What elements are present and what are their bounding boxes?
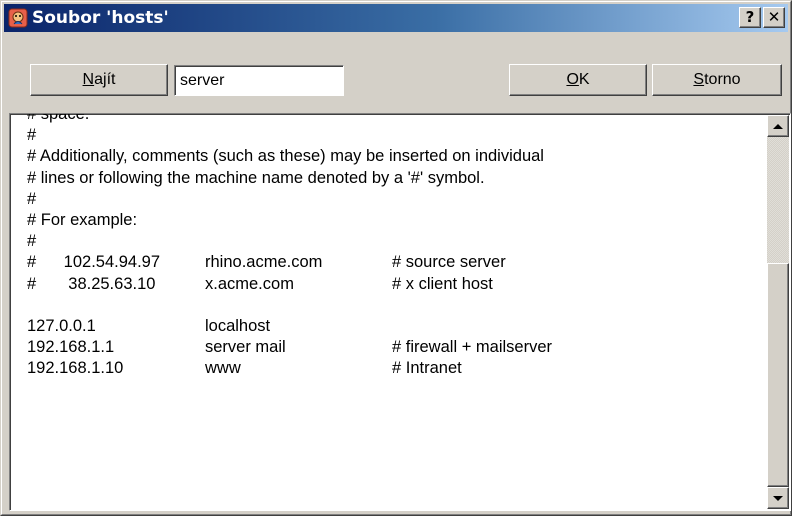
ok-button-label: K [578, 71, 590, 88]
close-icon: ✕ [767, 8, 781, 26]
caption-buttons: ? ✕ [739, 7, 785, 28]
editor-line-text: # space. [27, 113, 90, 123]
editor-line-text: # For example: [27, 210, 138, 229]
editor-line-text: rhino.acme.com [205, 253, 323, 272]
ok-button[interactable]: OK [509, 64, 647, 96]
scrollbar-thumb[interactable] [767, 263, 789, 487]
find-button[interactable]: Najít [30, 64, 168, 96]
editor-line: # Additionally, comments (such as these)… [27, 146, 758, 167]
editor-line-text: # source server [392, 253, 506, 272]
find-button-accel: N [82, 71, 95, 88]
editor-line-text: 127.0.0.1 [27, 316, 96, 335]
help-icon: ? [745, 8, 755, 26]
editor-line: 192.168.1.1 server mail # firewall + mails… [27, 337, 758, 358]
editor-line: # For example: [27, 210, 758, 231]
editor-line: 127.0.0.1 localhost [27, 316, 758, 337]
arrow-up-icon [773, 123, 783, 129]
close-button[interactable]: ✕ [763, 7, 785, 28]
scroll-up-button[interactable] [767, 115, 789, 137]
help-button[interactable]: ? [739, 7, 761, 28]
editor-line-text: 192.168.1.10 [27, 359, 124, 378]
search-input[interactable] [174, 65, 344, 96]
editor-line: 192.168.1.10 www # Intranet [27, 358, 758, 379]
editor-line-text: www [205, 359, 241, 378]
scroll-down-button[interactable] [767, 487, 789, 509]
editor-line-text: # lines or following the machine name de… [27, 168, 485, 187]
editor-line-text: localhost [205, 316, 271, 335]
editor-line-text: server mail [205, 338, 286, 357]
editor-line-text: # 38.25.63.10 [27, 274, 156, 293]
editor-line-text: # Intranet [392, 359, 462, 378]
ok-button-accel: O [566, 71, 579, 88]
editor-line: # [27, 125, 758, 146]
find-button-label: ajít [94, 71, 116, 88]
hosts-dialog-window: Soubor 'hosts' ? ✕ Najít OK Storno # spa… [0, 0, 792, 516]
hosts-file-icon [7, 7, 29, 29]
editor-line-text: x.acme.com [205, 274, 294, 293]
vertical-scrollbar[interactable] [767, 115, 789, 509]
cancel-button-label: torno [704, 71, 741, 88]
editor-line-text: # [27, 126, 37, 145]
cancel-button[interactable]: Storno [652, 64, 782, 96]
editor-line-text: # [27, 232, 37, 251]
editor-line-text: # Additionally, comments (such as these)… [27, 147, 544, 166]
editor-line-text: 192.168.1.1 [27, 338, 115, 357]
editor-line: # space. [27, 113, 758, 125]
arrow-down-icon [773, 495, 783, 501]
editor-line-text: # firewall + mailserver [392, 338, 553, 357]
hosts-file-editor[interactable]: # space. # # Additionally, comments (such … [9, 113, 791, 511]
editor-line-text: # x client host [392, 274, 493, 293]
editor-line: # [27, 189, 758, 210]
editor-line-text: # 102.54.94.97 [27, 253, 161, 272]
title-bar[interactable]: Soubor 'hosts' ? ✕ [4, 4, 788, 32]
editor-line: # lines or following the machine name de… [27, 168, 758, 189]
editor-line: # 102.54.94.97 rhino.acme.com # source ser… [27, 252, 758, 273]
editor-content[interactable]: # space. # # Additionally, comments (such … [27, 113, 758, 379]
editor-line: # 38.25.63.10 x.acme.com # x client host [27, 274, 758, 295]
editor-line: # [27, 231, 758, 252]
window-title: Soubor 'hosts' [32, 8, 169, 28]
editor-line-text: # [27, 189, 37, 208]
cancel-button-accel: S [693, 71, 705, 88]
